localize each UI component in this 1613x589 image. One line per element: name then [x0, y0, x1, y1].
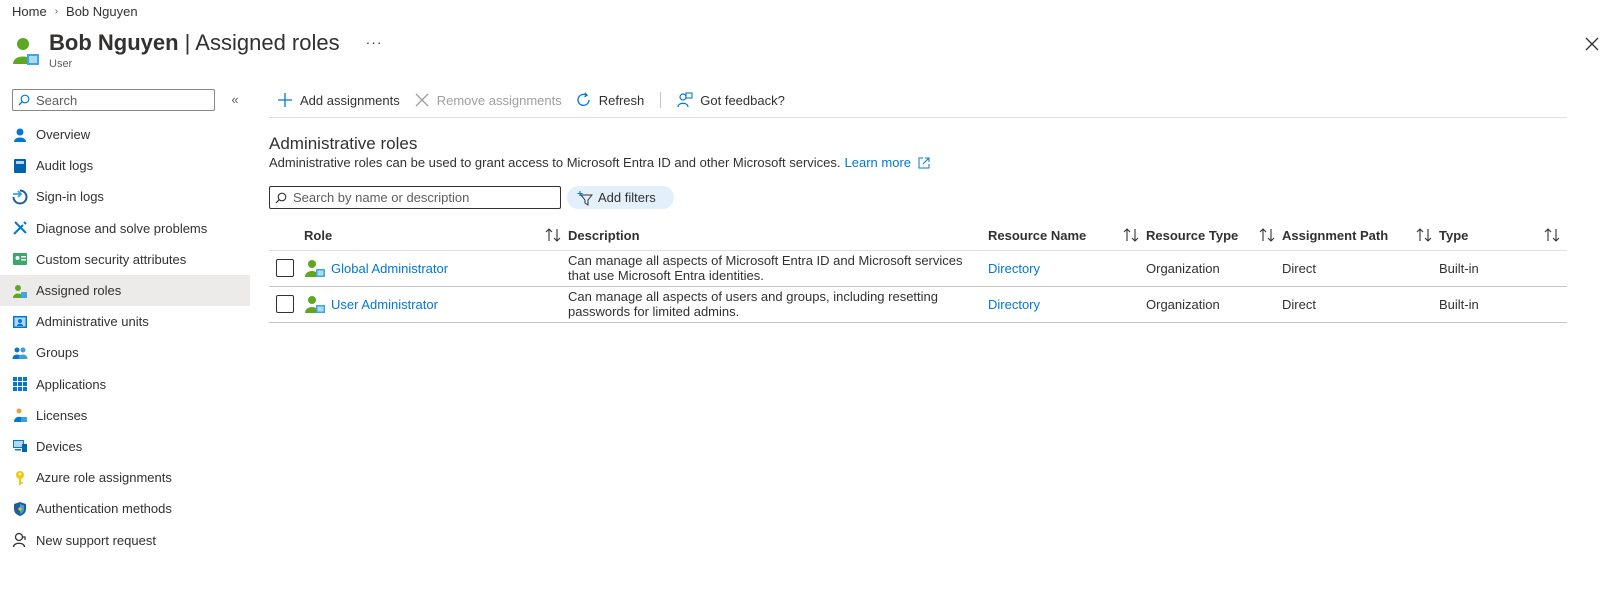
role-search[interactable] — [269, 186, 561, 209]
plus-icon — [278, 93, 292, 107]
breadcrumb-current[interactable]: Bob Nguyen — [66, 4, 138, 19]
table-header-row: Role Description Resource Name Resource … — [269, 221, 1567, 251]
roles-table: Role Description Resource Name Resource … — [269, 221, 1567, 323]
row-checkbox[interactable] — [276, 295, 294, 313]
chevron-right-icon: › — [54, 5, 59, 17]
role-type: Built-in — [1439, 250, 1567, 287]
attributes-icon — [12, 251, 28, 267]
resource-type: Organization — [1146, 286, 1282, 323]
license-icon — [12, 407, 28, 423]
support-icon — [12, 532, 28, 548]
toolbar-divider-line — [269, 117, 1567, 118]
user-role-icon — [305, 260, 325, 277]
book-icon — [12, 158, 28, 174]
breadcrumb-home[interactable]: Home — [12, 4, 47, 19]
collapse-sidebar-button[interactable]: « — [228, 92, 242, 107]
column-header-role[interactable]: Role — [304, 221, 568, 251]
sidebar-item-azure-role-assignments[interactable]: Azure role assignments — [0, 462, 250, 493]
role-search-input[interactable] — [293, 190, 553, 205]
main-content: Add assignments Remove assignments Refre… — [269, 88, 1567, 323]
breadcrumb: Home › Bob Nguyen — [12, 2, 138, 20]
feedback-button[interactable]: Got feedback? — [677, 92, 785, 108]
feedback-icon — [677, 92, 693, 108]
assignment-path: Direct — [1282, 250, 1439, 287]
refresh-icon — [577, 92, 590, 106]
search-icon — [18, 94, 30, 106]
column-header-resource-type[interactable]: Resource Type — [1146, 221, 1282, 251]
user-role-icon — [13, 38, 39, 65]
refresh-button[interactable]: Refresh — [576, 92, 644, 108]
toolbar: Add assignments Remove assignments Refre… — [269, 88, 1567, 112]
sidebar-item-administrative-units[interactable]: Administrative units — [0, 306, 250, 337]
page-title: Bob Nguyen | Assigned roles — [49, 30, 340, 55]
row-checkbox[interactable] — [276, 259, 294, 277]
column-select — [269, 221, 304, 251]
page-subtitle: User — [49, 58, 73, 70]
close-icon[interactable] — [1582, 34, 1602, 54]
sidebar-item-new-support-request[interactable]: New support request — [0, 524, 250, 555]
groups-icon — [12, 345, 28, 361]
add-assignments-button[interactable]: Add assignments — [277, 92, 400, 108]
assignment-path: Direct — [1282, 286, 1439, 323]
filter-add-icon — [577, 190, 593, 206]
sidebar-item-audit-logs[interactable]: Audit logs — [0, 150, 250, 181]
external-link-icon[interactable] — [918, 157, 930, 169]
sidebar-item-licenses[interactable]: Licenses — [0, 400, 250, 431]
search-icon — [275, 192, 287, 203]
role-description: Can manage all aspects of Microsoft Entr… — [568, 250, 988, 287]
table-row[interactable]: Global Administrator Can manage all aspe… — [269, 250, 1567, 287]
sort-icon[interactable] — [544, 227, 562, 243]
sidebar-item-diagnose[interactable]: Diagnose and solve problems — [0, 213, 250, 244]
sidebar-item-applications[interactable]: Applications — [0, 369, 250, 400]
close-icon — [415, 93, 429, 107]
role-type: Built-in — [1439, 286, 1567, 323]
wrench-icon — [12, 220, 28, 236]
sidebar-search[interactable] — [12, 89, 215, 111]
sidebar-item-assigned-roles[interactable]: Assigned roles — [0, 274, 250, 307]
remove-assignments-button[interactable]: Remove assignments — [414, 92, 562, 108]
column-header-description: Description — [568, 221, 988, 251]
resource-type: Organization — [1146, 250, 1282, 287]
column-header-resource-name[interactable]: Resource Name — [988, 221, 1146, 251]
sort-icon[interactable] — [1543, 227, 1561, 243]
filter-row: Add filters — [269, 186, 674, 209]
role-link[interactable]: User Administrator — [331, 297, 438, 312]
sign-in-icon — [12, 189, 28, 205]
resource-name-link[interactable]: Directory — [988, 261, 1040, 276]
person-icon — [12, 127, 28, 143]
sort-icon[interactable] — [1258, 227, 1276, 243]
admin-units-icon — [12, 314, 28, 330]
user-role-icon — [305, 296, 325, 313]
grid-icon — [12, 376, 28, 392]
user-role-icon — [12, 283, 28, 299]
toolbar-divider — [660, 92, 662, 108]
page-header: Bob Nguyen | Assigned roles User ··· — [12, 30, 1602, 70]
section-title: Administrative roles — [269, 134, 418, 153]
column-header-assignment-path[interactable]: Assignment Path — [1282, 221, 1439, 251]
role-description: Can manage all aspects of users and grou… — [568, 286, 988, 323]
sort-icon[interactable] — [1415, 227, 1433, 243]
sort-icon[interactable] — [1122, 227, 1140, 243]
sidebar-item-custom-security-attributes[interactable]: Custom security attributes — [0, 244, 250, 275]
resource-name-link[interactable]: Directory — [988, 297, 1040, 312]
role-link[interactable]: Global Administrator — [331, 261, 448, 276]
key-icon — [12, 470, 28, 486]
more-options-button[interactable]: ··· — [366, 34, 383, 50]
sidebar-item-authentication-methods[interactable]: Authentication methods — [0, 493, 250, 524]
sidebar-item-sign-in-logs[interactable]: Sign-in logs — [0, 181, 250, 212]
sidebar-item-groups[interactable]: Groups — [0, 337, 250, 368]
table-row[interactable]: User Administrator Can manage all aspect… — [269, 286, 1567, 323]
add-filters-button[interactable]: Add filters — [567, 186, 674, 209]
sidebar-item-overview[interactable]: Overview — [0, 119, 250, 150]
learn-more-link[interactable]: Learn more — [845, 155, 911, 170]
sidebar-search-input[interactable] — [36, 92, 206, 108]
column-header-type[interactable]: Type — [1439, 221, 1567, 251]
shield-icon — [12, 501, 28, 517]
section-description: Administrative roles can be used to gran… — [269, 155, 930, 170]
sidebar-nav: Overview Audit logs Sign-in logs Diagnos… — [0, 119, 250, 556]
devices-icon — [12, 438, 28, 454]
sidebar-item-devices[interactable]: Devices — [0, 431, 250, 462]
